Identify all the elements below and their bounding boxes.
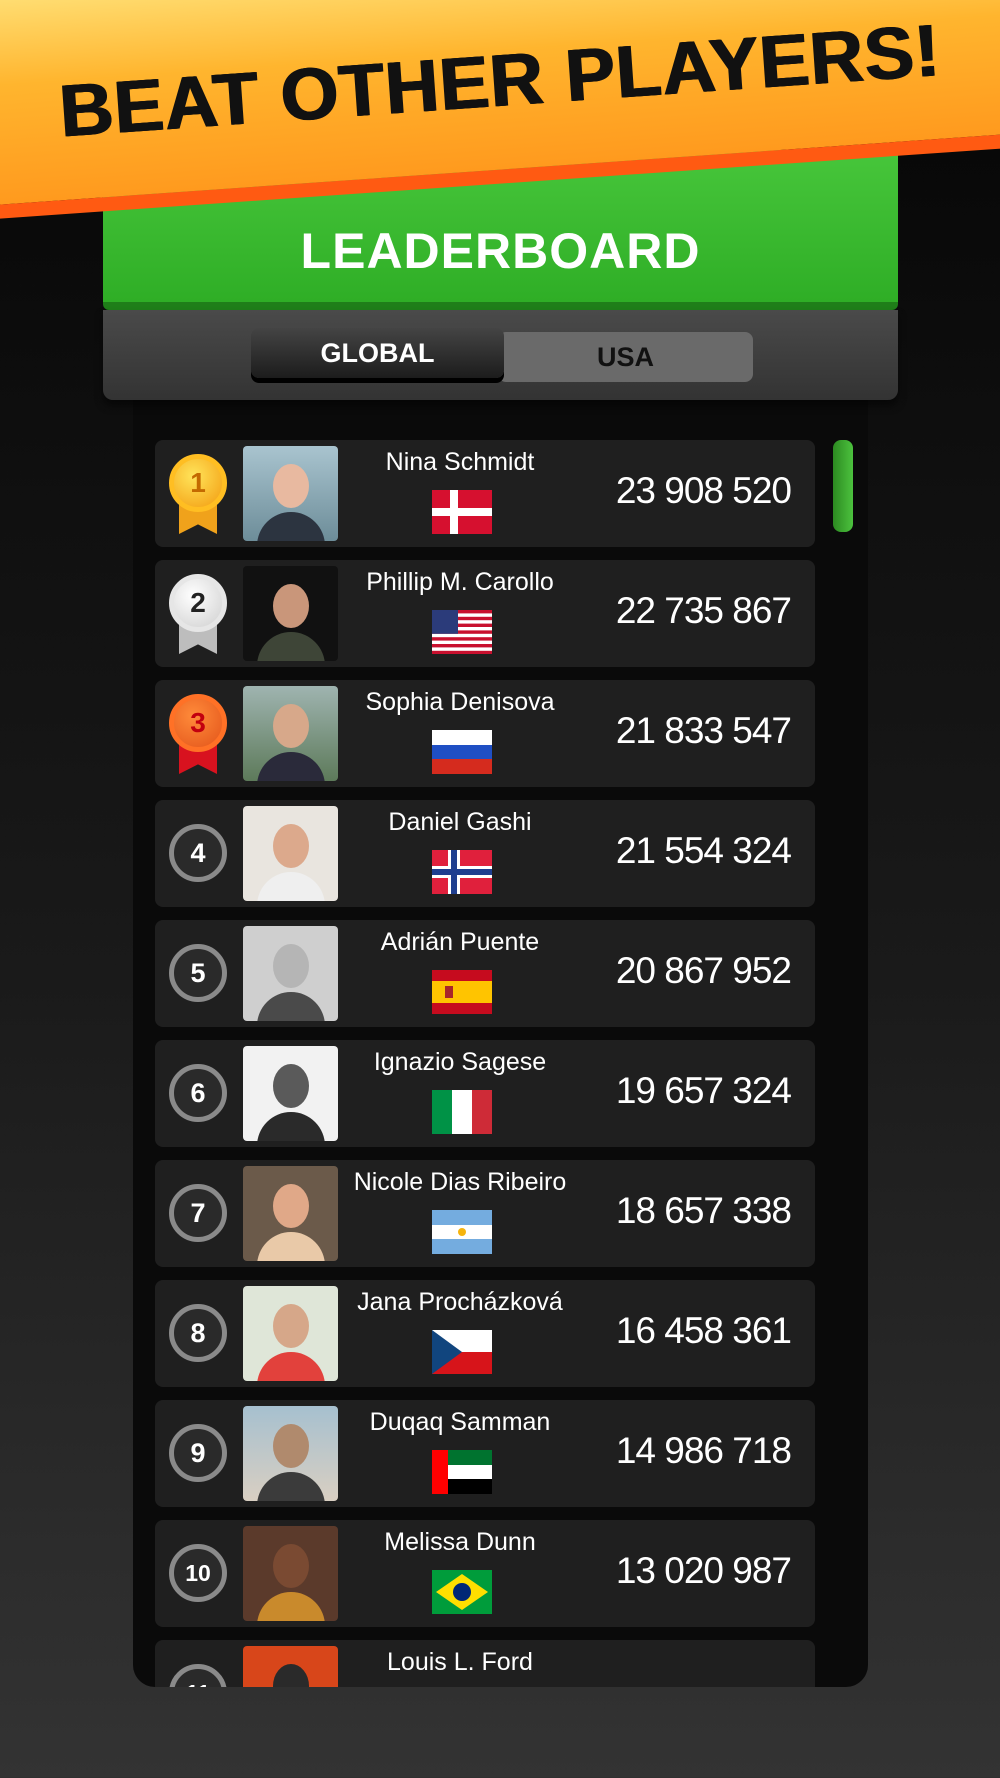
rank-badge: 7 bbox=[169, 1184, 227, 1242]
avatar bbox=[243, 566, 338, 661]
player-name: Ignazio Sagese bbox=[373, 1048, 547, 1076]
silver-medal-icon: 2 bbox=[169, 574, 227, 632]
leaderboard-row[interactable]: 8 Jana Procházková 16 458 361 bbox=[155, 1280, 815, 1387]
tab-bar: USA GLOBAL bbox=[103, 310, 898, 400]
italy-flag-icon bbox=[432, 1090, 492, 1134]
usa-flag-icon bbox=[432, 610, 492, 654]
czech-flag-icon bbox=[432, 1330, 492, 1374]
avatar bbox=[243, 446, 338, 541]
player-name: Daniel Gashi bbox=[388, 808, 532, 836]
leaderboard-title: LEADERBOARD bbox=[300, 223, 701, 279]
avatar bbox=[243, 1406, 338, 1501]
leaderboard-row[interactable]: 4 Daniel Gashi 21 554 324 bbox=[155, 800, 815, 907]
player-name: Nicole Dias Ribeiro bbox=[353, 1168, 567, 1196]
player-name: Nina Schmidt bbox=[385, 448, 535, 476]
rank-badge: 5 bbox=[169, 944, 227, 1002]
player-score: 20 867 952 bbox=[615, 950, 792, 991]
player-score: 22 735 867 bbox=[615, 590, 792, 631]
leaderboard-row[interactable]: 5 Adrián Puente 20 867 952 bbox=[155, 920, 815, 1027]
avatar bbox=[243, 686, 338, 781]
leaderboard-row[interactable]: 3 Sophia Denisova 21 833 547 bbox=[155, 680, 815, 787]
player-name: Adrián Puente bbox=[380, 928, 540, 956]
rank-badge: 6 bbox=[169, 1064, 227, 1122]
scrollbar-thumb[interactable] bbox=[833, 440, 853, 532]
avatar bbox=[243, 1646, 338, 1687]
player-score: 21 554 324 bbox=[615, 830, 792, 871]
leaderboard-row[interactable]: 2 Phillip M. Carollo 22 735 867 bbox=[155, 560, 815, 667]
tab-usa[interactable]: USA bbox=[498, 332, 753, 382]
uae-flag-icon bbox=[432, 1450, 492, 1494]
brazil-flag-icon bbox=[432, 1570, 492, 1614]
avatar bbox=[243, 926, 338, 1021]
rank-badge: 4 bbox=[169, 824, 227, 882]
player-name: Duqaq Samman bbox=[369, 1408, 551, 1436]
leaderboard-row[interactable]: 11 Louis L. Ford bbox=[155, 1640, 815, 1687]
avatar bbox=[243, 806, 338, 901]
leaderboard-row[interactable]: 9 Duqaq Samman 14 986 718 bbox=[155, 1400, 815, 1507]
spain-flag-icon bbox=[432, 970, 492, 1014]
avatar bbox=[243, 1286, 338, 1381]
player-name: Melissa Dunn bbox=[384, 1528, 536, 1556]
rank-badge: 11 bbox=[169, 1664, 227, 1687]
player-score: 23 908 520 bbox=[615, 470, 792, 511]
norway-flag-icon bbox=[432, 850, 492, 894]
leaderboard-row[interactable]: 6 Ignazio Sagese 19 657 324 bbox=[155, 1040, 815, 1147]
avatar bbox=[243, 1166, 338, 1261]
player-name: Sophia Denisova bbox=[365, 688, 555, 716]
tab-global[interactable]: GLOBAL bbox=[251, 328, 504, 378]
argentina-flag-icon bbox=[432, 1210, 492, 1254]
rank-badge: 9 bbox=[169, 1424, 227, 1482]
avatar bbox=[243, 1046, 338, 1141]
player-name: Louis L. Ford bbox=[387, 1648, 533, 1676]
gold-medal-icon: 1 bbox=[169, 454, 227, 512]
rank-badge: 10 bbox=[169, 1544, 227, 1602]
leaderboard-row[interactable]: 7 Nicole Dias Ribeiro 18 657 338 bbox=[155, 1160, 815, 1267]
rank-badge: 8 bbox=[169, 1304, 227, 1362]
leaderboard-list: 1 Nina Schmidt 23 908 520 2 Phillip M. C… bbox=[133, 400, 868, 1687]
player-name: Jana Procházková bbox=[357, 1288, 563, 1316]
player-score: 18 657 338 bbox=[615, 1190, 792, 1231]
player-score: 13 020 987 bbox=[615, 1550, 792, 1591]
leaderboard-row[interactable]: 1 Nina Schmidt 23 908 520 bbox=[155, 440, 815, 547]
player-name: Phillip M. Carollo bbox=[366, 568, 554, 596]
denmark-flag-icon bbox=[432, 490, 492, 534]
player-score: 16 458 361 bbox=[615, 1310, 792, 1351]
leaderboard-row[interactable]: 10 Melissa Dunn 13 020 987 bbox=[155, 1520, 815, 1627]
russia-flag-icon bbox=[432, 730, 492, 774]
player-score: 21 833 547 bbox=[615, 710, 792, 751]
player-score: 14 986 718 bbox=[615, 1430, 792, 1471]
player-score: 19 657 324 bbox=[615, 1070, 792, 1111]
bronze-medal-icon: 3 bbox=[169, 694, 227, 752]
avatar bbox=[243, 1526, 338, 1621]
